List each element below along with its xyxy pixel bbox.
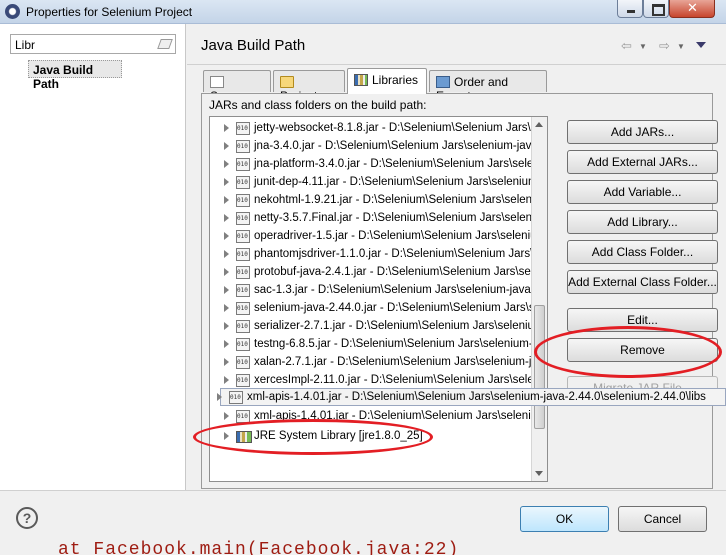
list-item-selected[interactable]: xml-apis-1.4.01.jar - D:\Selenium\Seleni… [217,388,726,406]
edit-button[interactable]: Edit... [567,308,718,332]
scroll-up-arrow-icon[interactable] [535,122,543,127]
background-console-text: at Facebook.main(Facebook.java:22) [58,540,460,555]
add-jars-button[interactable]: Add JARs... [567,120,718,144]
expand-arrow-icon[interactable] [224,340,229,348]
jar-icon [236,194,250,207]
tab-order-and-export[interactable]: Order and Export [429,70,547,103]
expand-arrow-icon[interactable] [224,412,229,420]
tab-libraries[interactable]: Libraries [347,68,427,94]
back-arrow-icon[interactable]: ⇦ [621,38,632,54]
ok-button[interactable]: OK [520,506,609,532]
view-menu-icon[interactable] [696,42,706,48]
add-external-jars-button[interactable]: Add External JARs... [567,150,718,174]
expand-arrow-icon[interactable] [224,232,229,240]
expand-arrow-icon[interactable] [224,214,229,222]
jar-icon [236,266,250,279]
jar-icon [236,212,250,225]
order-export-icon [436,76,450,88]
jar-icon [236,176,250,189]
add-external-class-folder-button[interactable]: Add External Class Folder... [567,270,718,294]
expand-arrow-icon[interactable] [224,142,229,150]
expand-arrow-icon[interactable] [224,250,229,258]
tree-item-label: Java Build Path [33,63,94,91]
minimize-button[interactable] [617,0,643,18]
tree-item-java-build-path[interactable]: Java Build Path [28,60,122,91]
panel-label: JARs and class folders on the build path… [209,98,427,112]
scrollbar-thumb[interactable] [534,305,545,429]
property-tree-pane: Libr Java Build Path [0,24,186,490]
window-title: Properties for Selenium Project [26,5,193,19]
divider [187,64,726,65]
close-icon: ✕ [687,0,698,15]
jar-icon [236,248,250,261]
tab-source[interactable]: Source [203,70,271,103]
expand-arrow-icon[interactable] [224,178,229,186]
scroll-down-arrow-icon[interactable] [535,471,543,476]
libraries-icon [354,74,368,86]
page-title: Java Build Path [201,37,306,54]
clear-filter-icon[interactable] [157,39,173,49]
expand-arrow-icon[interactable] [224,376,229,384]
build-path-list[interactable]: jetty-websocket-8.1.8.jar - D:\Selenium\… [209,116,548,482]
jar-icon [236,158,250,171]
eclipse-icon [5,4,20,19]
expand-arrow-icon[interactable] [224,268,229,276]
source-folder-icon [210,76,224,88]
vertical-scrollbar[interactable] [531,117,547,481]
jar-icon [236,374,250,387]
library-icon [236,431,252,443]
expand-arrow-icon[interactable] [224,124,229,132]
add-library-button[interactable]: Add Library... [567,210,718,234]
filter-value: Libr [15,38,36,52]
projects-icon [280,76,294,88]
expand-arrow-icon[interactable] [224,432,229,440]
forward-arrow-icon[interactable]: ⇨ [659,38,670,54]
maximize-button[interactable] [643,0,669,18]
title-bar: Properties for Selenium Project ✕ [0,0,726,24]
help-icon[interactable]: ? [16,507,38,529]
tab-projects[interactable]: Projects [273,70,345,103]
jar-icon [236,230,250,243]
expand-arrow-icon[interactable] [224,304,229,312]
close-button[interactable]: ✕ [669,0,715,18]
expand-arrow-icon[interactable] [217,393,222,401]
jar-icon [236,122,250,135]
remove-button[interactable]: Remove [567,338,718,362]
forward-menu-chevron-icon[interactable]: ▼ [677,42,685,51]
back-menu-chevron-icon[interactable]: ▼ [639,42,647,51]
expand-arrow-icon[interactable] [224,196,229,204]
expand-arrow-icon[interactable] [224,358,229,366]
jar-icon [236,140,250,153]
expand-arrow-icon[interactable] [224,286,229,294]
jar-icon [236,410,250,423]
filter-input[interactable]: Libr [10,34,176,54]
jar-icon [236,320,250,333]
add-class-folder-button[interactable]: Add Class Folder... [567,240,718,264]
expand-arrow-icon[interactable] [224,322,229,330]
cancel-button[interactable]: Cancel [618,506,707,532]
jar-icon [236,338,250,351]
libraries-panel: JARs and class folders on the build path… [201,93,718,489]
jar-icon [236,356,250,369]
property-page: Java Build Path ⇦ ▼ ⇨ ▼ Source Projects … [187,24,726,490]
expand-arrow-icon[interactable] [224,160,229,168]
jar-icon [229,391,243,404]
add-variable-button[interactable]: Add Variable... [567,180,718,204]
jar-icon [236,302,250,315]
jar-icon [236,284,250,297]
